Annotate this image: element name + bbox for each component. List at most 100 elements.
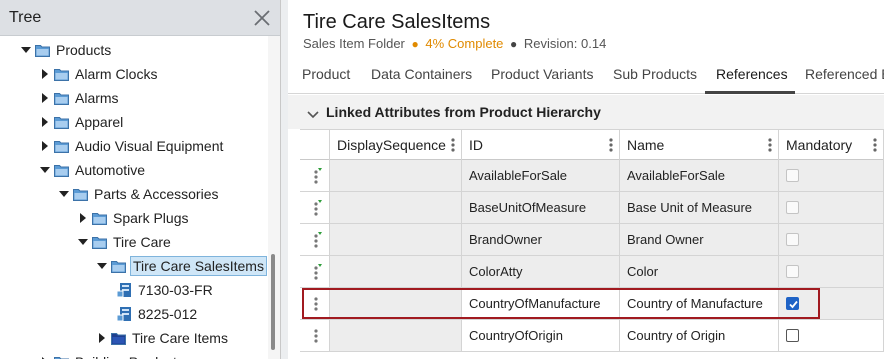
grid-header-name-col[interactable]: Name	[620, 130, 779, 160]
tree-item-tire-care-salesitems[interactable]: Tire Care SalesItems	[97, 254, 267, 278]
id-cell[interactable]: AvailableForSale	[462, 160, 620, 191]
name-cell[interactable]: AvailableForSale	[620, 160, 779, 191]
tree-item-apparel[interactable]: Apparel	[40, 110, 125, 134]
tab-references[interactable]: References	[716, 56, 788, 94]
folder-icon	[54, 116, 69, 129]
tree-item-8225-012[interactable]: 8225-012	[116, 302, 199, 326]
caret-right-icon[interactable]	[40, 110, 50, 134]
id-cell[interactable]: BrandOwner	[462, 224, 620, 255]
mandatory-cell[interactable]	[779, 160, 884, 191]
row-menu-icon[interactable]	[312, 264, 322, 280]
column-header-label: Name	[627, 137, 665, 153]
caret-down-icon[interactable]	[21, 38, 31, 62]
table-row[interactable]: CountryOfOrigin Country of Origin	[300, 320, 884, 352]
cell-text: BaseUnitOfMeasure	[469, 200, 587, 215]
caret-right-icon[interactable]	[40, 350, 50, 359]
tree-item-automotive[interactable]: Automotive	[40, 158, 147, 182]
name-cell[interactable]: Country of Origin	[620, 320, 779, 351]
display-sequence-cell[interactable]	[330, 288, 462, 319]
tree-item-audio-visual-equipment[interactable]: Audio Visual Equipment	[40, 134, 225, 158]
chevron-down-icon[interactable]	[307, 107, 319, 119]
tree-item-tire-care[interactable]: Tire Care	[78, 230, 173, 254]
row-menu-icon[interactable]	[312, 328, 322, 344]
name-cell[interactable]: Base Unit of Measure	[620, 192, 779, 223]
caret-right-icon[interactable]	[40, 62, 50, 86]
row-handle-cell[interactable]	[300, 320, 330, 351]
caret-down-icon[interactable]	[78, 230, 88, 254]
tree-scrollbar[interactable]	[268, 36, 280, 359]
table-row[interactable]: CountryOfManufacture Country of Manufactu…	[300, 288, 884, 320]
caret-right-icon[interactable]	[78, 206, 88, 230]
cell-text: AvailableForSale	[627, 168, 726, 183]
grid-header-id-col[interactable]: ID	[462, 130, 620, 160]
mandatory-cell[interactable]	[779, 224, 884, 255]
grid-header-mandatory-col[interactable]: Mandatory	[779, 130, 884, 160]
mandatory-cell[interactable]	[779, 192, 884, 223]
tree-item-7130-03-fr[interactable]: 7130-03-FR	[116, 278, 215, 302]
cell-text: Country of Manufacture	[627, 296, 763, 311]
tree-item-products[interactable]: Products	[21, 38, 113, 62]
row-menu-icon[interactable]	[312, 232, 322, 248]
column-menu-icon[interactable]	[609, 137, 613, 153]
tab-sub-products[interactable]: Sub Products	[613, 56, 697, 94]
column-menu-icon[interactable]	[873, 137, 877, 153]
table-row[interactable]: AvailableForSale AvailableForSale	[300, 160, 884, 192]
row-menu-icon[interactable]	[312, 168, 322, 184]
mandatory-cell[interactable]	[779, 320, 884, 351]
tree-item-alarm-clocks[interactable]: Alarm Clocks	[40, 62, 159, 86]
tree-item-tire-care-items[interactable]: Tire Care Items	[97, 326, 230, 350]
tab-data-containers[interactable]: Data Containers	[371, 56, 472, 94]
panel-splitter[interactable]	[281, 0, 288, 359]
display-sequence-cell[interactable]	[330, 320, 462, 351]
column-menu-icon[interactable]	[451, 137, 455, 153]
separator-dot-icon: ●	[510, 37, 518, 51]
row-handle-cell[interactable]	[300, 288, 330, 319]
display-sequence-cell[interactable]	[330, 160, 462, 191]
display-sequence-cell[interactable]	[330, 192, 462, 223]
row-menu-icon[interactable]	[312, 200, 322, 216]
tree-item-parts-and-accessories[interactable]: Parts & Accessories	[59, 182, 221, 206]
tab-product-variants[interactable]: Product Variants	[491, 56, 593, 94]
id-cell[interactable]: CountryOfOrigin	[462, 320, 620, 351]
tree-item-label: Alarms	[75, 90, 119, 106]
completeness-link[interactable]: 4% Complete	[425, 36, 503, 51]
id-cell[interactable]: CountryOfManufacture	[462, 288, 620, 319]
mandatory-checkbox[interactable]	[786, 329, 799, 342]
id-cell[interactable]: ColorAtty	[462, 256, 620, 287]
mandatory-cell[interactable]	[779, 256, 884, 287]
id-cell[interactable]: BaseUnitOfMeasure	[462, 192, 620, 223]
caret-down-icon[interactable]	[97, 254, 107, 278]
tab-product[interactable]: Product	[302, 56, 350, 94]
column-menu-icon[interactable]	[768, 137, 772, 153]
name-cell[interactable]: Brand Owner	[620, 224, 779, 255]
tree-item-alarms[interactable]: Alarms	[40, 86, 121, 110]
caret-right-icon[interactable]	[97, 326, 107, 350]
caret-right-icon[interactable]	[40, 134, 50, 158]
row-menu-icon[interactable]	[312, 296, 322, 312]
display-sequence-cell[interactable]	[330, 224, 462, 255]
section-header[interactable]: Linked Attributes from Product Hierarchy	[288, 95, 884, 129]
table-row[interactable]: ColorAtty Color	[300, 256, 884, 288]
row-handle-cell[interactable]	[300, 256, 330, 287]
row-handle-cell[interactable]	[300, 224, 330, 255]
close-icon[interactable]	[253, 9, 271, 27]
table-row[interactable]: BrandOwner Brand Owner	[300, 224, 884, 256]
grid-header-row: DisplaySequence ID Name Mandatory	[300, 129, 884, 160]
caret-down-icon[interactable]	[40, 158, 50, 182]
display-sequence-cell[interactable]	[330, 256, 462, 287]
caret-down-icon[interactable]	[59, 182, 69, 206]
caret-right-icon[interactable]	[40, 86, 50, 110]
tree-item-spark-plugs[interactable]: Spark Plugs	[78, 206, 190, 230]
grid-header-display-sequence-col[interactable]: DisplaySequence	[330, 130, 462, 160]
row-handle-cell[interactable]	[300, 192, 330, 223]
name-cell[interactable]: Color	[620, 256, 779, 287]
mandatory-cell[interactable]	[779, 288, 884, 319]
mandatory-checkbox-checked[interactable]	[786, 297, 799, 310]
column-header-label: DisplaySequence	[337, 137, 446, 153]
tree-item-building-products[interactable]: Building Products	[40, 350, 186, 359]
table-row[interactable]: BaseUnitOfMeasure Base Unit of Measure	[300, 192, 884, 224]
row-handle-cell[interactable]	[300, 160, 330, 191]
tree-scrollbar-thumb[interactable]	[271, 254, 275, 350]
name-cell[interactable]: Country of Manufacture	[620, 288, 779, 319]
tab-referenced-by[interactable]: Referenced By	[805, 56, 884, 94]
